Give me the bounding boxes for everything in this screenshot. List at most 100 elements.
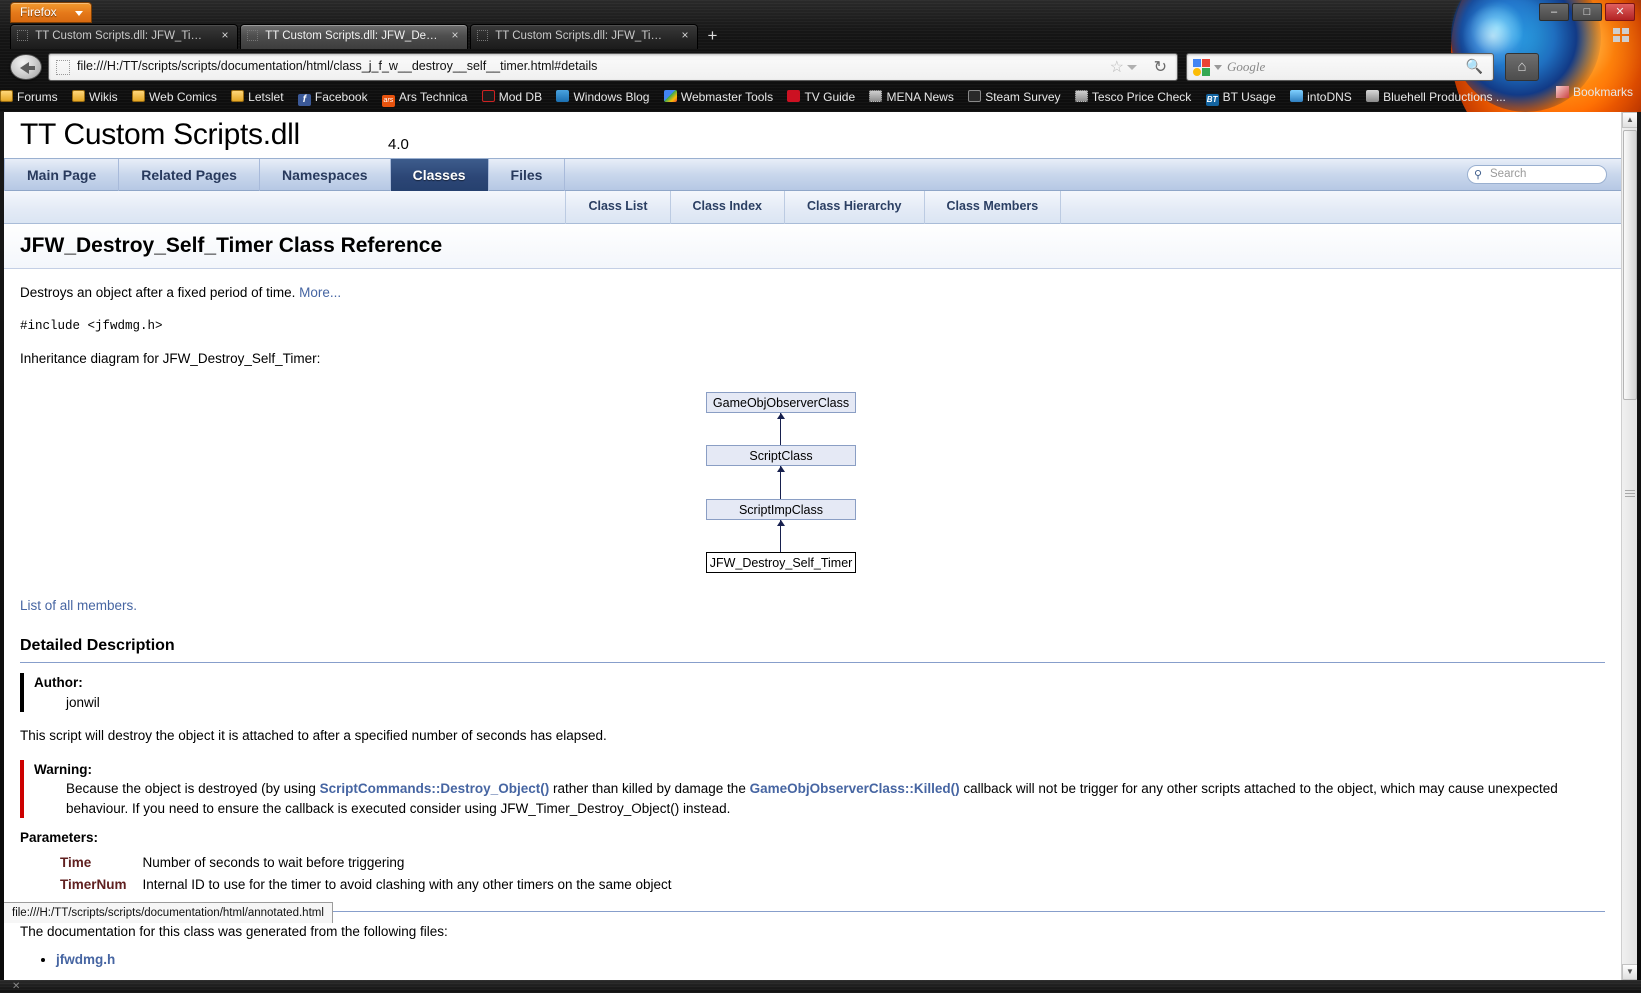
google-icon bbox=[1193, 59, 1210, 76]
bookmark-item[interactable]: BT BT Usage bbox=[1205, 83, 1276, 108]
more-link[interactable]: More... bbox=[299, 285, 341, 300]
steam-icon bbox=[968, 90, 982, 102]
reload-icon[interactable]: ↻ bbox=[1154, 58, 1167, 77]
tab-main-page[interactable]: Main Page bbox=[4, 159, 120, 192]
link-gameobjobserverclass-killed[interactable]: GameObjObserverClass::Killed() bbox=[750, 781, 960, 796]
chevron-down-icon bbox=[75, 11, 83, 16]
include-directive: #include <jfwdmg.h> bbox=[20, 318, 163, 333]
warning-text-part-2: rather than killed by damage the bbox=[549, 781, 750, 797]
minimize-button[interactable]: – bbox=[1539, 3, 1569, 21]
table-row: TimerNum Internal ID to use for the time… bbox=[60, 874, 672, 896]
bookmark-item[interactable]: Mod DB bbox=[481, 83, 542, 108]
subtab-class-list[interactable]: Class List bbox=[565, 191, 671, 224]
folder-icon bbox=[231, 90, 245, 102]
subtab-class-hierarchy[interactable]: Class Hierarchy bbox=[785, 191, 925, 224]
tab-classes[interactable]: Classes bbox=[390, 159, 489, 192]
tab-groups-icon[interactable] bbox=[1613, 28, 1631, 44]
back-button[interactable] bbox=[10, 54, 42, 80]
bookmark-label: MENA News bbox=[886, 89, 954, 104]
bookmark-item[interactable]: Windows Blog bbox=[556, 83, 649, 108]
scroll-up-button[interactable]: ▲ bbox=[1622, 112, 1637, 128]
scroll-down-button[interactable]: ▼ bbox=[1622, 964, 1637, 980]
tab-favicon-icon bbox=[247, 29, 258, 41]
inheritance-node-scriptimpclass[interactable]: ScriptImpClass bbox=[706, 499, 856, 521]
home-button[interactable]: ⌂ bbox=[1505, 53, 1539, 81]
browser-tab[interactable]: TT Custom Scripts.dll: JFW_Timer_De... × bbox=[10, 24, 238, 49]
subtab-class-index[interactable]: Class Index bbox=[671, 191, 785, 224]
ars-technica-icon: ars bbox=[381, 95, 395, 107]
address-bar[interactable]: file:///H:/TT/scripts/scripts/documentat… bbox=[48, 53, 1178, 81]
bookmark-item[interactable]: ars Ars Technica bbox=[381, 83, 468, 108]
bookmark-item[interactable]: Wikis bbox=[72, 83, 118, 108]
bookmark-star-icon[interactable]: ☆ bbox=[1110, 59, 1124, 76]
close-button[interactable]: ✕ bbox=[1605, 3, 1635, 21]
tab-strip: TT Custom Scripts.dll: JFW_Timer_De... ×… bbox=[10, 24, 725, 49]
tab-close-icon[interactable]: × bbox=[679, 29, 691, 43]
close-icon[interactable]: ✕ bbox=[12, 980, 20, 993]
tab-namespaces[interactable]: Namespaces bbox=[260, 159, 391, 192]
list-item: jfwdmg.h bbox=[56, 950, 1605, 970]
bookmarks-overflow-button[interactable]: Bookmarks bbox=[1555, 85, 1633, 99]
tab-close-icon[interactable]: × bbox=[219, 29, 231, 43]
warning-text-part-1: Because the object is destroyed (by usin… bbox=[66, 781, 320, 797]
bookmark-item[interactable]: Forums bbox=[0, 83, 58, 108]
tab-close-icon[interactable]: × bbox=[449, 29, 461, 43]
inheritance-node-gameobjobserverclass[interactable]: GameObjObserverClass bbox=[706, 392, 856, 414]
address-bar-url: file:///H:/TT/scripts/scripts/documentat… bbox=[77, 59, 598, 73]
bookmark-label: Web Comics bbox=[149, 89, 217, 104]
warning-section: Warning: Because the object is destroyed… bbox=[20, 759, 1605, 819]
new-tab-button[interactable]: + bbox=[700, 24, 725, 49]
parameter-description: Number of seconds to wait before trigger… bbox=[142, 854, 405, 870]
browser-tab-active[interactable]: TT Custom Scripts.dll: JFW_Destroy_S... … bbox=[240, 24, 468, 49]
source-file-link-jfwdmg-h[interactable]: jfwdmg.h bbox=[56, 952, 115, 967]
inheritance-node-scriptclass[interactable]: ScriptClass bbox=[706, 445, 856, 467]
bookmark-label: TV Guide bbox=[804, 89, 856, 104]
tab-favicon-icon bbox=[477, 29, 488, 41]
search-input[interactable]: ⚲ Search bbox=[1467, 165, 1607, 184]
subtab-class-members[interactable]: Class Members bbox=[925, 191, 1062, 224]
site-identity-icon bbox=[56, 60, 70, 75]
page-scrollbar[interactable]: ▲ ▼ bbox=[1621, 112, 1637, 980]
bookmark-item[interactable]: Web Comics bbox=[132, 83, 217, 108]
parameters-table: Time Number of seconds to wait before tr… bbox=[60, 852, 672, 895]
search-icon: ⚲ bbox=[1474, 169, 1483, 181]
bookmark-item[interactable]: Webmaster Tools bbox=[663, 83, 774, 108]
search-icon[interactable]: 🔍 bbox=[1466, 58, 1483, 75]
scrollbar-thumb[interactable] bbox=[1623, 130, 1637, 400]
browser-window: Firefox TT Custom Scripts.dll: JFW_Timer… bbox=[0, 0, 1641, 993]
firefox-app-menu-label: Firefox bbox=[20, 5, 57, 19]
tvguide-icon bbox=[787, 90, 801, 102]
contents: Destroys an object after a fixed period … bbox=[4, 283, 1621, 969]
folder-icon bbox=[0, 90, 13, 102]
tab-files[interactable]: Files bbox=[489, 159, 566, 192]
bookmark-item[interactable]: intoDNS bbox=[1290, 83, 1352, 108]
bookmark-label: Webmaster Tools bbox=[680, 89, 774, 104]
notification-bar: ✕ bbox=[0, 980, 1641, 993]
bookmark-item[interactable]: f Facebook bbox=[297, 83, 368, 108]
bookmark-item[interactable]: Tesco Price Check bbox=[1074, 83, 1191, 108]
bookmark-item[interactable]: Bluehell Productions ... bbox=[1366, 83, 1506, 108]
chevron-down-icon[interactable] bbox=[1214, 65, 1222, 70]
bookmark-item[interactable]: MENA News bbox=[869, 83, 954, 108]
parameters-label: Parameters: bbox=[20, 830, 99, 846]
bt-icon: BT bbox=[1205, 94, 1219, 106]
bookmark-item[interactable]: TV Guide bbox=[787, 83, 855, 108]
bookmark-label: Ars Technica bbox=[398, 89, 468, 104]
chevron-down-icon[interactable] bbox=[1127, 65, 1137, 70]
bookmark-label: Facebook bbox=[314, 89, 368, 104]
list-all-members-link[interactable]: List of all members. bbox=[20, 598, 137, 613]
bookmark-item[interactable]: Letslet bbox=[231, 83, 284, 108]
bookmark-item[interactable]: Steam Survey bbox=[968, 83, 1061, 108]
navigation-toolbar: file:///H:/TT/scripts/scripts/documentat… bbox=[0, 52, 1641, 82]
search-bar[interactable]: Google 🔍 bbox=[1186, 53, 1494, 81]
bookmark-label: BT Usage bbox=[1222, 89, 1276, 104]
firefox-app-menu-button[interactable]: Firefox bbox=[10, 2, 92, 23]
inheritance-node-jfw-destroy-self-timer: JFW_Destroy_Self_Timer bbox=[706, 552, 856, 574]
tab-related-pages[interactable]: Related Pages bbox=[119, 159, 260, 192]
link-scriptcommands-destroy-object[interactable]: ScriptCommands::Destroy_Object() bbox=[320, 781, 550, 796]
maximize-button[interactable]: □ bbox=[1572, 3, 1602, 21]
tab-favicon-icon bbox=[17, 29, 28, 41]
description-paragraph: This script will destroy the object it i… bbox=[20, 728, 607, 744]
search-engine-label: Google bbox=[1227, 59, 1266, 74]
browser-tab[interactable]: TT Custom Scripts.dll: JFW_Timer_De... × bbox=[470, 24, 698, 49]
